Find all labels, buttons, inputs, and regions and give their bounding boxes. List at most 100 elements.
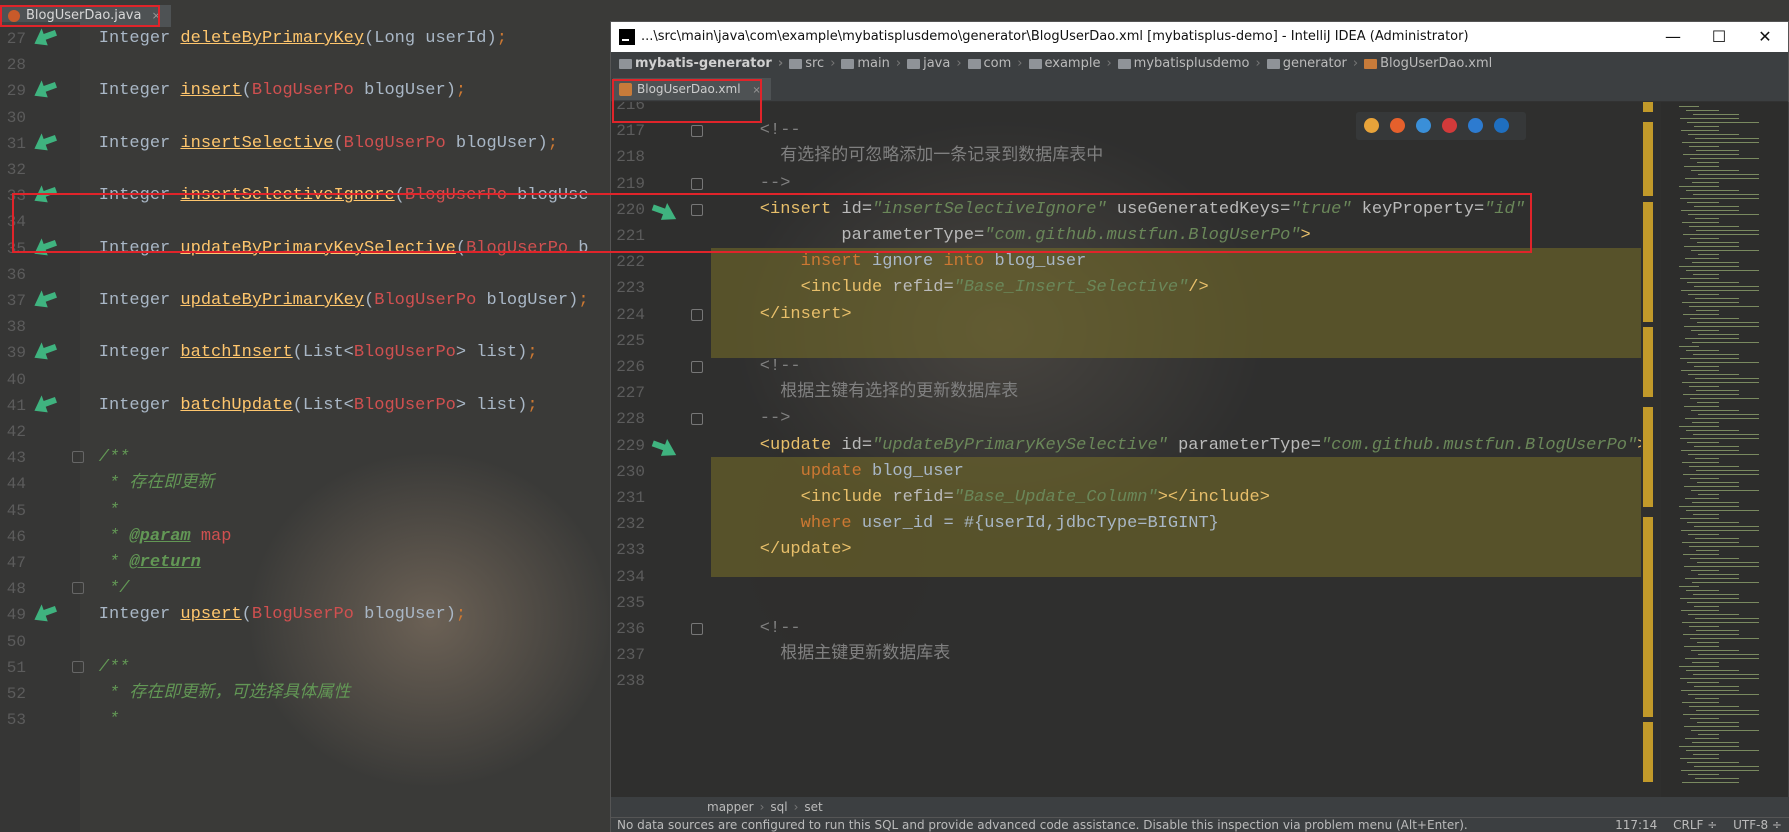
minimap-line [1679,346,1699,347]
fold-marker-icon[interactable] [72,660,84,673]
code-token: <!-- [719,357,801,376]
minimap-line [1680,678,1759,679]
code-token: Integer [58,343,181,363]
minimap-line [1694,206,1739,207]
nav-crumb[interactable]: java › [905,52,962,76]
code-token: "Base_Insert_Selective" [953,278,1189,298]
edge-icon[interactable] [1494,118,1509,133]
code-line[interactable]: 238 [611,666,1641,696]
code-token: </update> [719,540,852,560]
fold-marker-icon[interactable] [691,125,703,138]
implementation-arrow-icon[interactable] [30,129,58,151]
implementation-arrow-icon[interactable] [30,24,58,46]
minimap-line [1694,286,1759,287]
stripe-marker[interactable] [1643,182,1653,196]
code-token: ( [364,291,375,310]
maximize-button[interactable]: ☐ [1696,22,1742,52]
minimap-line [1684,726,1739,727]
xml-breadcrumbs: mapper › sql › set [611,797,1789,817]
implementation-arrow-icon[interactable] [30,600,58,622]
code-token: Integer [58,29,181,48]
editor-error-stripe[interactable] [1641,102,1655,797]
file-encoding[interactable]: UTF-8 ÷ [1733,818,1782,832]
minimap-line [1687,682,1719,683]
fold-marker-icon[interactable] [691,308,703,321]
fold-marker-icon[interactable] [691,177,703,190]
chrome-icon[interactable] [1364,118,1379,133]
code-token: ( [333,133,344,153]
code-token: <update [719,435,842,455]
code-token: id= [841,435,873,455]
window-titlebar[interactable]: ...\src\main\java\com\example\mybatisplu… [611,22,1788,52]
code-token: * 存在即更新，可选择具体属性 [58,684,351,703]
code-token: /** [58,657,130,677]
nav-crumb-label: generator [1282,56,1347,71]
opera-icon[interactable] [1442,118,1457,133]
nav-crumb[interactable]: src › [787,52,835,76]
code-token: "Base_Update_Column" [953,488,1158,507]
minimap-line [1698,654,1759,655]
stripe-marker[interactable] [1643,407,1653,507]
stripe-marker[interactable] [1643,202,1653,322]
implementation-arrow-icon[interactable] [30,76,58,98]
nav-crumb[interactable]: mybatis-generator › [617,52,783,76]
code-token: updateByPrimaryKey [180,291,365,310]
code-token: user_id = #{userId,jdbcType=BIGINT} [851,514,1219,534]
minimap-line [1687,602,1759,603]
minimap-line [1695,298,1739,299]
code-minimap[interactable] [1661,102,1789,797]
breadcrumb-item[interactable]: mapper [707,800,754,814]
minimap-line [1698,254,1719,255]
caret-position[interactable]: 117:14 [1615,818,1657,832]
code-token: BlogUserPo [251,81,354,101]
code-token: ; [547,133,558,153]
code-line[interactable]: 53 * [0,705,620,735]
stripe-marker[interactable] [1643,517,1653,717]
nav-crumb[interactable]: BlogUserDao.xml [1362,52,1492,76]
code-token: * [58,553,130,572]
line-separator[interactable]: CRLF ÷ [1673,818,1717,832]
minimap-line [1685,578,1739,579]
nav-crumb[interactable]: com › [966,52,1023,76]
navigate-to-interface-icon[interactable] [651,433,681,462]
safari-icon[interactable] [1416,118,1431,133]
minimap-line [1681,130,1719,131]
close-button[interactable]: ✕ [1742,22,1788,52]
breadcrumb-item[interactable]: set [804,800,822,814]
implementation-arrow-icon[interactable] [30,286,58,308]
nav-crumb[interactable]: main › [839,52,901,76]
breadcrumb-item[interactable]: sql [770,800,787,814]
left-code-area[interactable]: 27 Integer deleteByPrimaryKey(Long userI… [0,22,620,832]
folder-icon [1266,59,1280,69]
code-token: /> [1188,278,1209,298]
ie-icon[interactable] [1468,118,1483,133]
minimap-line [1681,210,1739,211]
minimize-button[interactable]: — [1650,22,1696,52]
implementation-arrow-icon[interactable] [30,338,58,360]
fold-marker-icon[interactable] [72,582,84,595]
fold-marker-icon[interactable] [691,623,703,635]
firefox-icon[interactable] [1390,118,1405,133]
stripe-marker[interactable] [1643,102,1653,112]
implementation-arrow-icon[interactable] [30,391,58,413]
idea-window: ...\src\main\java\com\example\mybatisplu… [610,21,1789,832]
minimap-line [1691,570,1719,571]
nav-crumb[interactable]: example › [1027,52,1112,76]
minimap-line [1696,470,1759,471]
fold-marker-icon[interactable] [691,361,703,373]
annotation-box-xml-tab [612,79,762,123]
minimap-line [1691,250,1759,251]
crumb-separator: › [830,56,836,71]
nav-crumb[interactable]: mybatisplusdemo › [1116,52,1261,76]
minimap-line [1684,406,1719,407]
crumb-separator: › [1255,56,1261,71]
fold-marker-icon[interactable] [691,413,703,426]
nav-crumb[interactable]: generator › [1265,52,1358,76]
minimap-line [1697,162,1719,163]
stripe-marker[interactable] [1643,327,1653,397]
minimap-line [1692,262,1739,263]
minimap-line [1694,606,1719,607]
fold-marker-icon[interactable] [72,451,84,464]
minimap-line [1683,714,1759,715]
stripe-marker[interactable] [1643,722,1653,782]
